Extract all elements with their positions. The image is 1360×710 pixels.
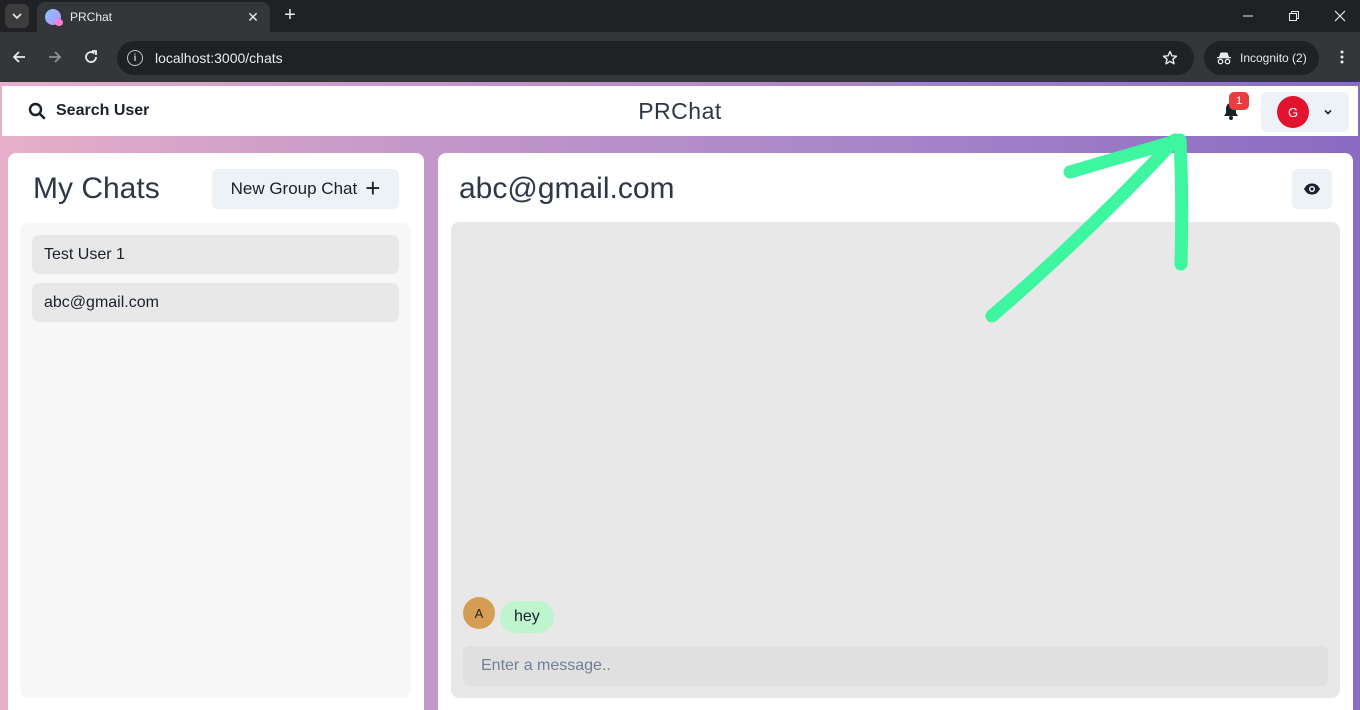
url-text[interactable]: localhost:3000/chats — [155, 50, 1160, 66]
tab-search-button[interactable] — [5, 4, 29, 28]
browser-tabstrip: PRChat ✕ + — [0, 0, 1360, 32]
restore-icon — [1289, 11, 1299, 21]
app-brand-title: PRChat — [638, 97, 722, 124]
view-profile-button[interactable] — [1292, 169, 1332, 209]
new-group-chat-label: New Group Chat — [230, 179, 358, 198]
more-vertical-icon — [1340, 50, 1344, 64]
chat-panel: abc@gmail.com A hey — [438, 153, 1353, 710]
new-group-chat-button[interactable]: New Group Chat + — [212, 169, 399, 209]
incognito-indicator[interactable]: Incognito (2) — [1204, 41, 1319, 75]
close-icon — [1334, 10, 1346, 22]
reload-button[interactable] — [79, 45, 103, 69]
browser-tab[interactable]: PRChat ✕ — [37, 2, 270, 32]
restore-button[interactable] — [1271, 0, 1317, 32]
chat-list: Test User 1 abc@gmail.com — [20, 223, 411, 698]
plus-icon: + — [365, 172, 381, 203]
minimize-button[interactable] — [1225, 0, 1271, 32]
message-bubble: hey — [500, 601, 554, 633]
bookmark-star-icon[interactable] — [1160, 50, 1180, 66]
arrow-right-icon — [49, 51, 62, 63]
chevron-down-icon — [1323, 107, 1333, 117]
messages-area: A hey — [451, 222, 1340, 698]
my-chats-panel: My Chats New Group Chat + Test User 1 ab… — [8, 153, 424, 710]
chevron-down-icon — [12, 13, 22, 20]
chat-item-label: abc@gmail.com — [44, 293, 159, 311]
incognito-label: Incognito (2) — [1240, 51, 1307, 65]
tab-title: PRChat — [70, 10, 113, 24]
tab-close-icon[interactable]: ✕ — [244, 9, 262, 26]
incognito-icon — [1216, 51, 1232, 65]
app-page: Search User PRChat 1 G My Chats New Grou… — [0, 82, 1360, 710]
close-window-button[interactable] — [1317, 0, 1360, 32]
site-info-icon[interactable]: i — [127, 50, 143, 66]
address-bar[interactable]: i localhost:3000/chats — [117, 41, 1194, 75]
notification-badge: 1 — [1229, 92, 1249, 110]
message-input[interactable] — [463, 646, 1328, 686]
chat-item-label: Test User 1 — [44, 245, 125, 263]
app-header: Search User PRChat 1 G — [2, 86, 1358, 136]
avatar: G — [1277, 96, 1309, 128]
chat-list-item[interactable]: Test User 1 — [32, 235, 399, 274]
minimize-icon — [1243, 15, 1253, 17]
forward-button[interactable] — [43, 45, 67, 69]
back-button[interactable] — [7, 45, 31, 69]
chat-title: abc@gmail.com — [459, 172, 675, 205]
chat-list-item[interactable]: abc@gmail.com — [32, 283, 399, 322]
arrow-left-icon — [12, 51, 25, 63]
message-sender-avatar[interactable]: A — [463, 597, 495, 629]
eye-icon — [1304, 183, 1320, 195]
my-chats-title: My Chats — [33, 172, 160, 205]
prchat-favicon-icon — [45, 9, 63, 26]
reload-icon — [85, 50, 97, 63]
browser-toolbar: i localhost:3000/chats Incognito (2) — [0, 32, 1360, 82]
browser-menu-button[interactable] — [1332, 45, 1352, 69]
profile-menu-button[interactable]: G — [1261, 92, 1349, 132]
new-tab-button[interactable]: + — [280, 4, 300, 26]
